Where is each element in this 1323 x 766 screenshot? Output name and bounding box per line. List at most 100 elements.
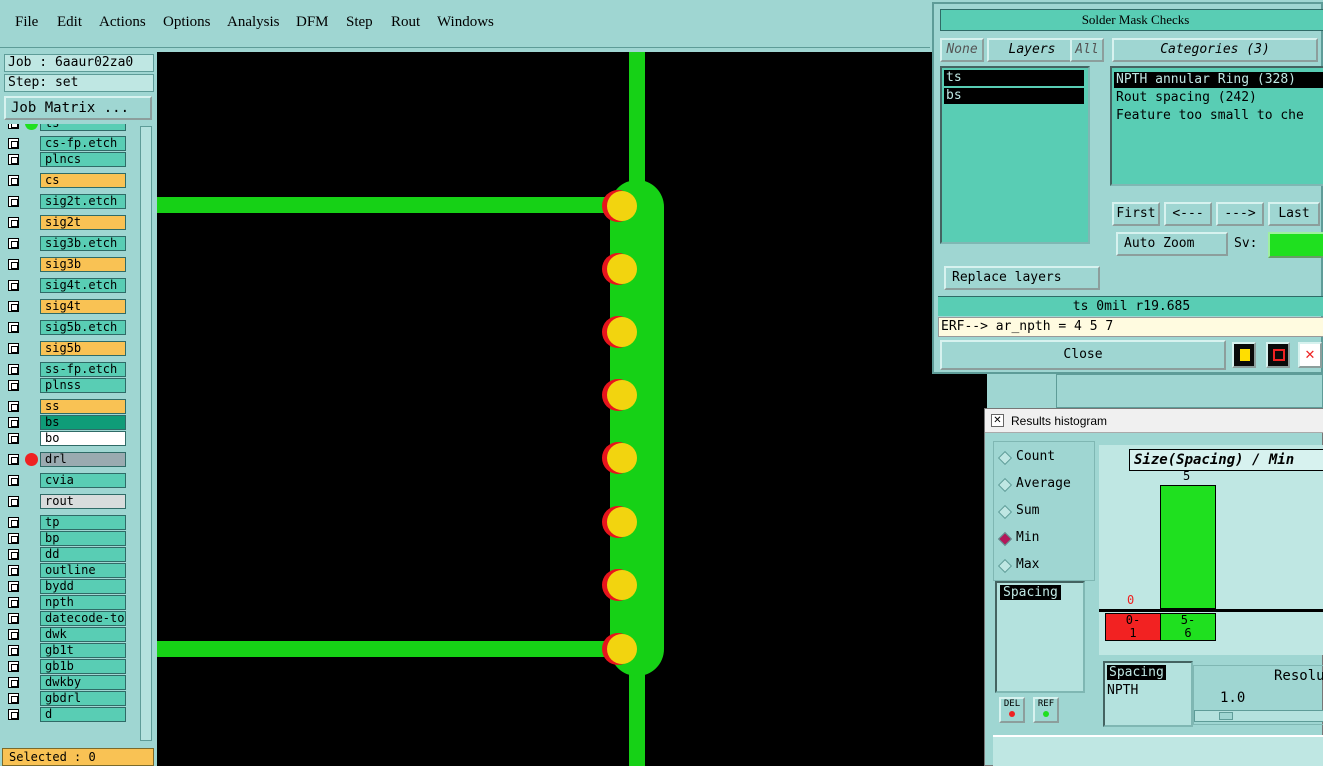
layer-checkbox[interactable] bbox=[8, 259, 19, 270]
layer-row-d[interactable]: d bbox=[4, 707, 128, 722]
layer-item-ts[interactable]: ts bbox=[944, 70, 1084, 86]
radio-min[interactable]: Min bbox=[1000, 529, 1039, 547]
layer-row-bp[interactable]: bp bbox=[4, 531, 128, 546]
layer-name[interactable]: bydd bbox=[40, 579, 126, 594]
npth-pad[interactable] bbox=[607, 191, 637, 221]
layer-name[interactable]: cs-fp.etch bbox=[40, 136, 126, 151]
layer-checkbox[interactable] bbox=[8, 454, 19, 465]
layer-name[interactable]: sig4t bbox=[40, 299, 126, 314]
value-listbox[interactable]: Spacing bbox=[995, 581, 1085, 693]
layer-checkbox[interactable] bbox=[8, 138, 19, 149]
layer-row-sig3b.etch[interactable]: sig3b.etch bbox=[4, 236, 128, 251]
del-button[interactable]: DEL bbox=[999, 697, 1025, 723]
layer-row-rout[interactable]: rout bbox=[4, 494, 128, 509]
layer-checkbox[interactable] bbox=[8, 475, 19, 486]
layer-checkbox[interactable] bbox=[8, 677, 19, 688]
layer-row-sig4t.etch[interactable]: sig4t.etch bbox=[4, 278, 128, 293]
radio-count[interactable]: Count bbox=[1000, 448, 1055, 466]
layer-name[interactable]: sig3b bbox=[40, 257, 126, 272]
layer-name[interactable]: sig2t bbox=[40, 215, 126, 230]
value-item-spacing[interactable]: Spacing bbox=[1000, 585, 1061, 600]
layer-row-gb1t[interactable]: gb1t bbox=[4, 643, 128, 658]
layer-checkbox[interactable] bbox=[8, 175, 19, 186]
layer-name[interactable]: ss-fp.etch bbox=[40, 362, 126, 377]
layer-checkbox[interactable] bbox=[8, 343, 19, 354]
layer-checkbox[interactable] bbox=[8, 364, 19, 375]
layer-checkbox[interactable] bbox=[8, 280, 19, 291]
layer-checkbox[interactable] bbox=[8, 154, 19, 165]
layer-row-bydd[interactable]: bydd bbox=[4, 579, 128, 594]
layer-name[interactable]: rout bbox=[40, 494, 126, 509]
npth-pad[interactable] bbox=[607, 254, 637, 284]
menu-analysis[interactable]: Analysis bbox=[227, 14, 280, 31]
ref-button[interactable]: REF bbox=[1033, 697, 1059, 723]
layer-name[interactable]: dwk bbox=[40, 627, 126, 642]
layer-row-dd[interactable]: dd bbox=[4, 547, 128, 562]
layer-row-sig3b[interactable]: sig3b bbox=[4, 257, 128, 272]
layer-name[interactable]: bp bbox=[40, 531, 126, 546]
layer-name[interactable]: sig3b.etch bbox=[40, 236, 126, 251]
npth-pad[interactable] bbox=[607, 443, 637, 473]
layer-name[interactable]: drl bbox=[40, 452, 126, 467]
first-button[interactable]: First bbox=[1112, 202, 1160, 226]
category-item-1[interactable]: NPTH annular Ring (328) bbox=[1114, 72, 1323, 88]
layer-name[interactable]: plnss bbox=[40, 378, 126, 393]
menu-actions[interactable]: Actions bbox=[99, 14, 146, 31]
layer-row-sig2t[interactable]: sig2t bbox=[4, 215, 128, 230]
layer-row-sig2t.etch[interactable]: sig2t.etch bbox=[4, 194, 128, 209]
layer-list-scrollbar[interactable] bbox=[140, 126, 152, 741]
npth-pad[interactable] bbox=[607, 317, 637, 347]
layer-name[interactable]: ts bbox=[40, 124, 126, 131]
radio-sum[interactable]: Sum bbox=[1000, 502, 1039, 520]
layer-name[interactable]: datecode-to bbox=[40, 611, 126, 626]
layer-row-plnss[interactable]: plnss bbox=[4, 378, 128, 393]
npth-pad[interactable] bbox=[607, 634, 637, 664]
layer-name[interactable]: outline bbox=[40, 563, 126, 578]
layer-checkbox[interactable] bbox=[8, 217, 19, 228]
layer-name[interactable]: gb1t bbox=[40, 643, 126, 658]
next-button[interactable]: ---> bbox=[1216, 202, 1264, 226]
layer-name[interactable]: d bbox=[40, 707, 126, 722]
layer-name[interactable]: bs bbox=[40, 415, 126, 430]
layer-name[interactable]: plncs bbox=[40, 152, 126, 167]
category-item-2[interactable]: Rout spacing (242) bbox=[1114, 90, 1257, 106]
layer-name[interactable]: dd bbox=[40, 547, 126, 562]
replace-layers-dropdown[interactable]: Replace layers bbox=[944, 266, 1100, 290]
layer-checkbox[interactable] bbox=[8, 613, 19, 624]
layer-name[interactable]: cvia bbox=[40, 473, 126, 488]
categories-listbox[interactable]: NPTH annular Ring (328) Rout spacing (24… bbox=[1110, 66, 1323, 186]
layer-checkbox[interactable] bbox=[8, 124, 19, 129]
layer-checkbox[interactable] bbox=[8, 380, 19, 391]
layer-checkbox[interactable] bbox=[8, 693, 19, 704]
layers-tab[interactable]: Layers bbox=[987, 38, 1077, 62]
last-button[interactable]: Last bbox=[1268, 202, 1320, 226]
layer-name[interactable]: sig5b bbox=[40, 341, 126, 356]
prev-button[interactable]: <--- bbox=[1164, 202, 1212, 226]
layer-name[interactable]: sig5b.etch bbox=[40, 320, 126, 335]
layer-checkbox[interactable] bbox=[8, 496, 19, 507]
layer-name[interactable]: dwkby bbox=[40, 675, 126, 690]
none-button[interactable]: None bbox=[940, 38, 984, 62]
layer-checkbox[interactable] bbox=[8, 549, 19, 560]
sv-color-dropdown[interactable] bbox=[1268, 232, 1323, 258]
attribute-item-npth[interactable]: NPTH bbox=[1107, 683, 1138, 698]
layer-checkbox[interactable] bbox=[8, 322, 19, 333]
auto-zoom-dropdown[interactable]: Auto Zoom bbox=[1116, 232, 1228, 256]
menu-options[interactable]: Options bbox=[163, 14, 211, 31]
histogram-bin-0-1[interactable]: 0- 1 bbox=[1105, 613, 1161, 641]
layer-name[interactable]: sig4t.etch bbox=[40, 278, 126, 293]
layer-checkbox[interactable] bbox=[8, 238, 19, 249]
layer-row-ss-fp.etch[interactable]: ss-fp.etch bbox=[4, 362, 128, 377]
attribute-item-spacing[interactable]: Spacing bbox=[1107, 665, 1166, 680]
export-icon[interactable] bbox=[1266, 342, 1290, 368]
layer-checkbox[interactable] bbox=[8, 581, 19, 592]
layer-name[interactable]: sig2t.etch bbox=[40, 194, 126, 209]
layer-row-bo[interactable]: bo bbox=[4, 431, 128, 446]
layer-name[interactable]: gbdrl bbox=[40, 691, 126, 706]
menu-rout[interactable]: Rout bbox=[391, 14, 420, 31]
layer-checkbox[interactable] bbox=[8, 401, 19, 412]
layer-row-gbdrl[interactable]: gbdrl bbox=[4, 691, 128, 706]
layer-checkbox[interactable] bbox=[8, 661, 19, 672]
radio-average[interactable]: Average bbox=[1000, 475, 1071, 493]
histogram-bin-5-6[interactable]: 5- 6 bbox=[1160, 613, 1216, 641]
